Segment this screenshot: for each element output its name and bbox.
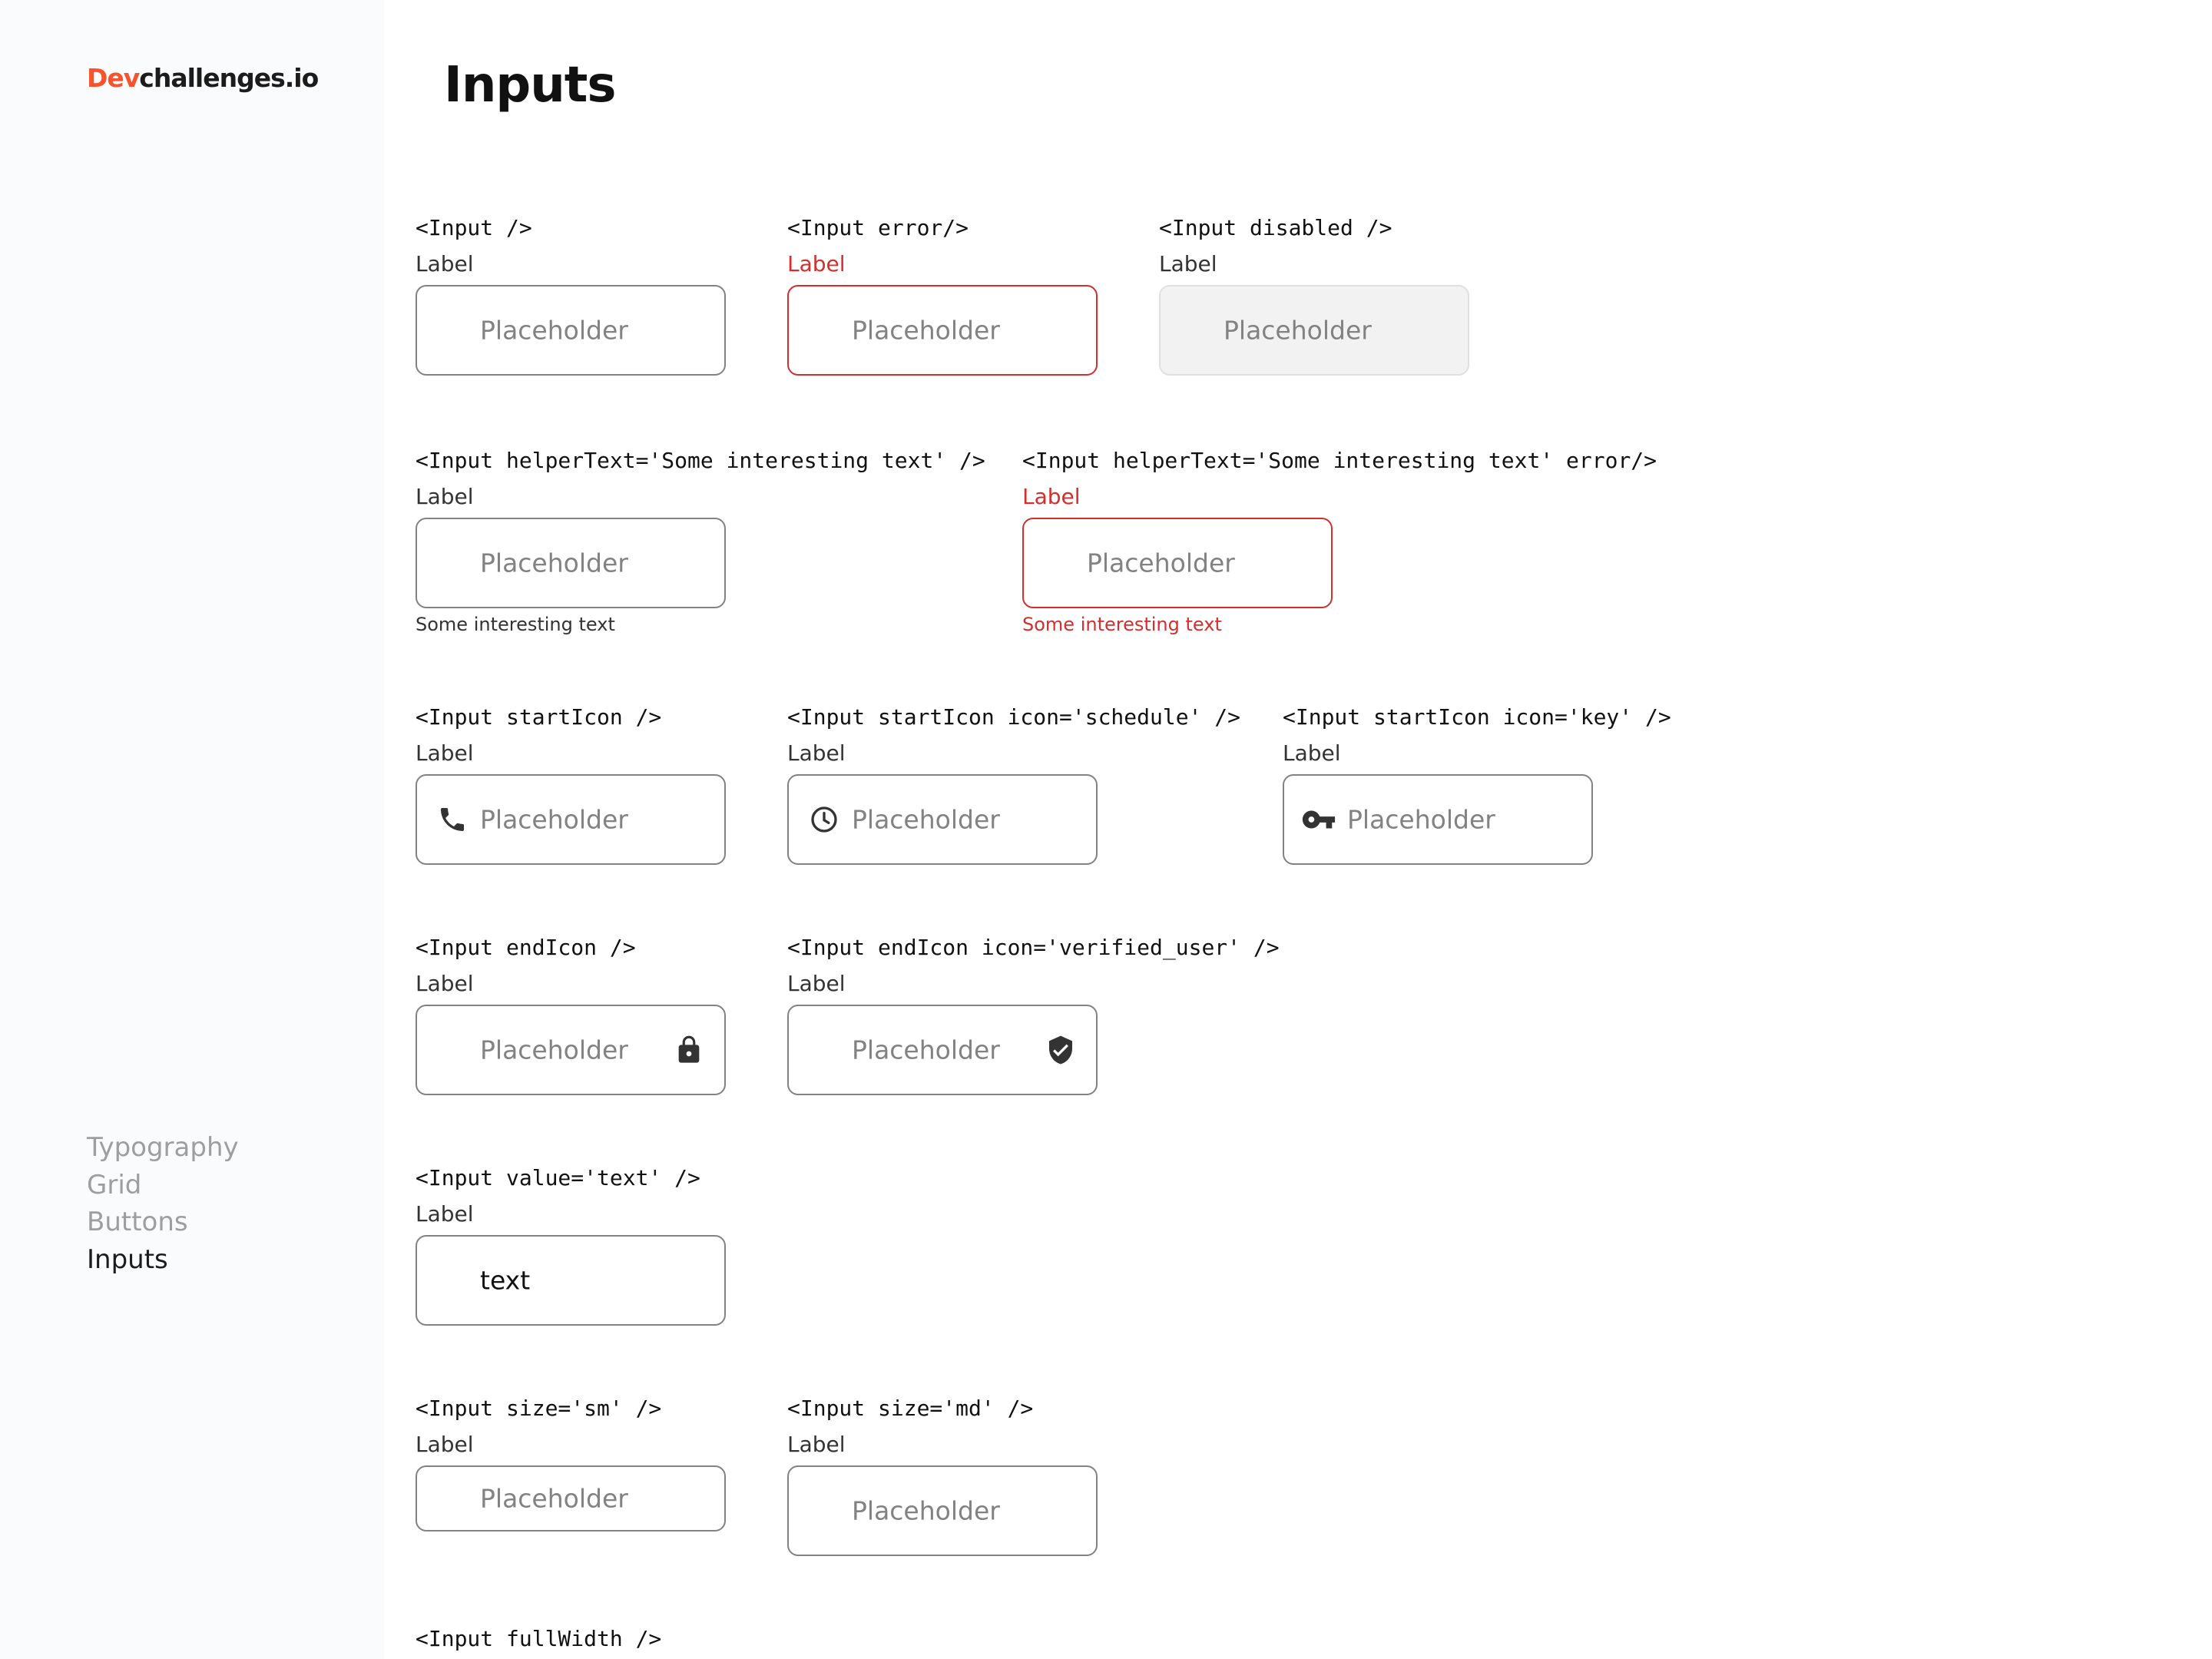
code-snippet: <Input size='md' /> xyxy=(787,1396,1034,1421)
placeholder-text: Placeholder xyxy=(852,315,1000,346)
placeholder-text: Placeholder xyxy=(1224,315,1372,346)
verified-user-icon xyxy=(1049,1035,1072,1065)
demo-helper: <Input helperText='Some interesting text… xyxy=(416,448,985,636)
demo-helper-error: <Input helperText='Some interesting text… xyxy=(1022,448,1657,636)
logo-text: challenges.io xyxy=(139,63,319,93)
demo-value: <Input value='text' /> Label text xyxy=(416,1165,726,1326)
text-input-filled[interactable]: text xyxy=(416,1235,726,1326)
placeholder-text: Placeholder xyxy=(480,315,628,346)
text-input[interactable]: Placeholder xyxy=(416,1005,726,1095)
page-title: Inputs xyxy=(444,57,616,114)
field-label: Label xyxy=(787,251,846,276)
text-input[interactable]: Placeholder xyxy=(416,285,726,376)
demo-basic: <Input /> Label Placeholder xyxy=(416,215,726,376)
field-label: Label xyxy=(416,1201,474,1227)
demo-size-md: <Input size='md' /> Label Placeholder xyxy=(787,1396,1098,1556)
code-snippet: <Input size='sm' /> xyxy=(416,1396,662,1421)
field-label: Label xyxy=(1159,251,1217,276)
helper-text: Some interesting text xyxy=(1022,614,1222,635)
field-label: Label xyxy=(416,971,474,996)
demo-end-icon: <Input endIcon /> Label Placeholder xyxy=(416,935,726,1095)
placeholder-text: Placeholder xyxy=(1087,548,1235,578)
placeholder-text: Placeholder xyxy=(480,804,628,835)
demo-start-icon-schedule: <Input startIcon icon='schedule' /> Labe… xyxy=(787,704,1240,865)
field-label: Label xyxy=(1022,484,1081,509)
phone-icon xyxy=(441,808,464,831)
code-snippet: <Input helperText='Some interesting text… xyxy=(416,448,985,473)
code-snippet: <Input /> xyxy=(416,215,532,240)
text-input[interactable]: Placeholder xyxy=(416,774,726,865)
demo-end-icon-verified: <Input endIcon icon='verified_user' /> L… xyxy=(787,935,1280,1095)
sidebar-item-typography[interactable]: Typography xyxy=(87,1129,239,1167)
sidebar-item-grid[interactable]: Grid xyxy=(87,1167,239,1204)
placeholder-text: Placeholder xyxy=(480,1483,628,1514)
text-input-error[interactable]: Placeholder xyxy=(787,285,1098,376)
field-label: Label xyxy=(416,740,474,766)
schedule-icon xyxy=(811,806,837,833)
demo-disabled: <Input disabled /> Label Placeholder xyxy=(1159,215,1469,376)
field-label: Label xyxy=(787,1432,846,1457)
code-snippet: <Input startIcon /> xyxy=(416,704,662,730)
code-snippet: <Input endIcon icon='verified_user' /> xyxy=(787,935,1280,960)
field-label: Label xyxy=(1283,740,1341,766)
logo-accent: Dev xyxy=(87,63,140,93)
field-label: Label xyxy=(416,484,474,509)
sidebar-nav: Typography Grid Buttons Inputs xyxy=(87,1129,239,1278)
text-input[interactable]: Placeholder xyxy=(787,774,1098,865)
placeholder-text: Placeholder xyxy=(480,548,628,578)
demo-full-width: <Input fullWidth /> xyxy=(416,1626,661,1652)
placeholder-text: Placeholder xyxy=(1347,804,1495,835)
text-input[interactable]: Placeholder xyxy=(787,1005,1098,1095)
code-snippet: <Input endIcon /> xyxy=(416,935,636,960)
text-input-disabled: Placeholder xyxy=(1159,285,1469,376)
input-value: text xyxy=(480,1265,531,1296)
code-snippet: <Input error/> xyxy=(787,215,969,240)
code-snippet: <Input helperText='Some interesting text… xyxy=(1022,448,1657,473)
logo[interactable]: Devchallenges.io xyxy=(87,63,319,93)
demo-start-icon-key: <Input startIcon icon='key' /> Label Pla… xyxy=(1283,704,1671,865)
placeholder-text: Placeholder xyxy=(852,1495,1000,1526)
placeholder-text: Placeholder xyxy=(852,1035,1000,1065)
field-label: Label xyxy=(416,251,474,276)
key-icon xyxy=(1302,810,1336,829)
code-snippet: <Input value='text' /> xyxy=(416,1165,700,1190)
text-input-error[interactable]: Placeholder xyxy=(1022,518,1333,608)
code-snippet: <Input disabled /> xyxy=(1159,215,1392,240)
text-input-small[interactable]: Placeholder xyxy=(416,1465,726,1532)
placeholder-text: Placeholder xyxy=(852,804,1000,835)
code-snippet: <Input startIcon icon='key' /> xyxy=(1283,704,1671,730)
sidebar-item-buttons[interactable]: Buttons xyxy=(87,1204,239,1241)
helper-text: Some interesting text xyxy=(416,614,615,635)
demo-size-sm: <Input size='sm' /> Label Placeholder xyxy=(416,1396,726,1532)
text-input-medium[interactable]: Placeholder xyxy=(787,1465,1098,1556)
placeholder-text: Placeholder xyxy=(480,1035,628,1065)
sidebar-item-inputs[interactable]: Inputs xyxy=(87,1241,239,1279)
demo-error: <Input error/> Label Placeholder xyxy=(787,215,1098,376)
text-input[interactable]: Placeholder xyxy=(1283,774,1593,865)
demo-start-icon: <Input startIcon /> Label Placeholder xyxy=(416,704,726,865)
field-label: Label xyxy=(416,1432,474,1457)
field-label: Label xyxy=(787,971,846,996)
sidebar: Devchallenges.io Typography Grid Buttons… xyxy=(0,0,384,1659)
lock-icon xyxy=(678,1035,700,1063)
code-snippet: <Input startIcon icon='schedule' /> xyxy=(787,704,1241,730)
text-input[interactable]: Placeholder xyxy=(416,518,726,608)
code-snippet: <Input fullWidth /> xyxy=(416,1626,662,1651)
field-label: Label xyxy=(787,740,846,766)
